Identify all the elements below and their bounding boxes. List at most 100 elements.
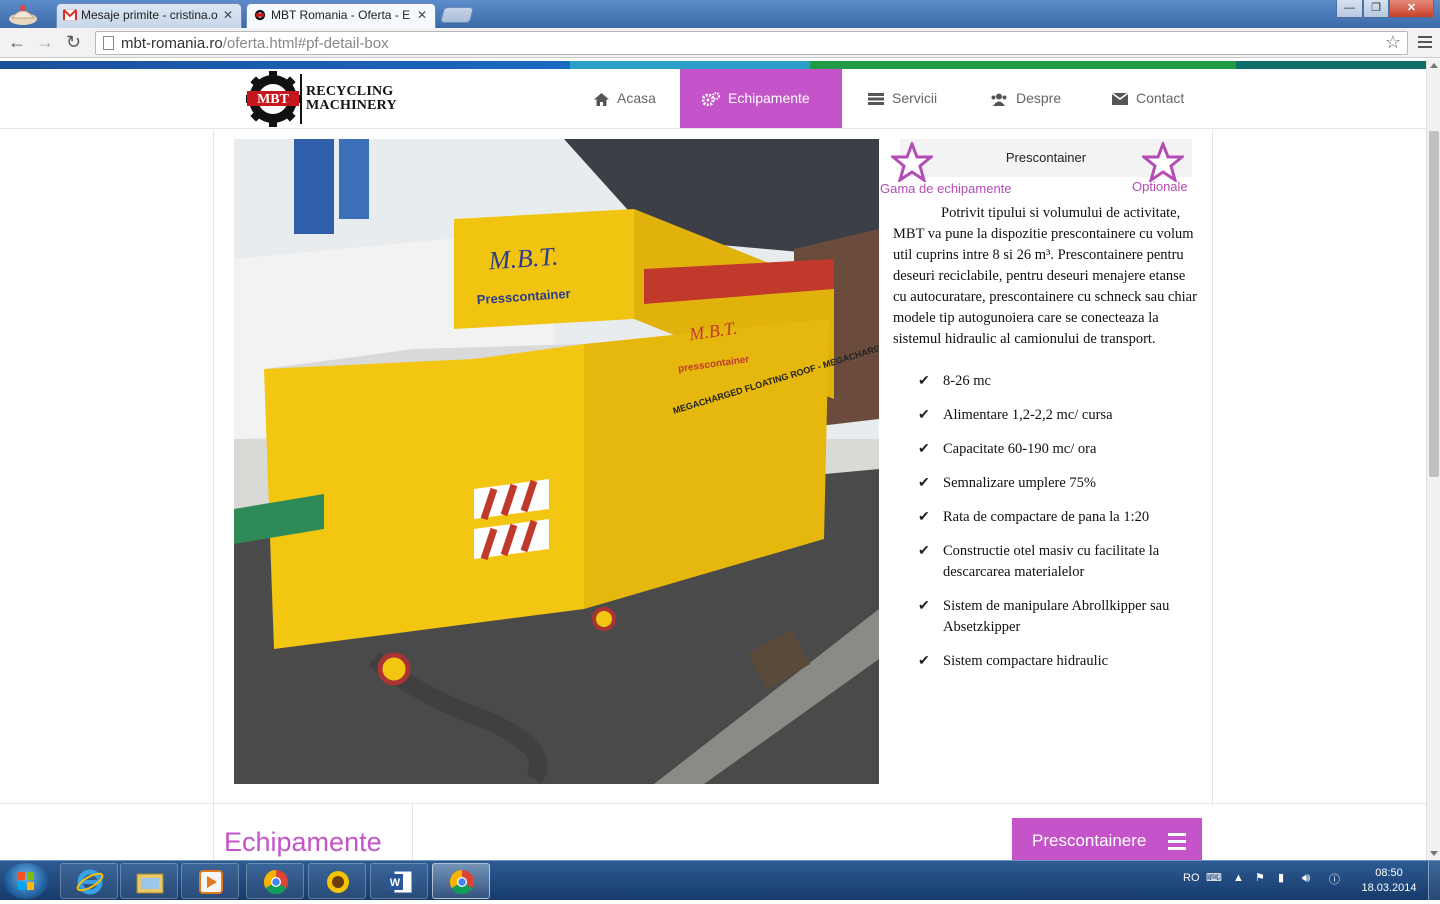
chrome-icon <box>449 870 474 895</box>
feature-text: 8-26 mc <box>943 373 991 389</box>
folder-icon <box>136 873 164 894</box>
bookmark-star-icon[interactable]: ☆ <box>1385 32 1401 53</box>
volume-icon[interactable]: 🔊︎ <box>1302 870 1310 886</box>
button-label: Prescontainere <box>1032 831 1147 850</box>
taskbar-explorer[interactable] <box>120 863 178 899</box>
checkmark-icon: ✔ <box>918 599 930 614</box>
logo-mark-text: MBT <box>257 92 290 107</box>
feature-item: ✔ Constructie otel masiv cu facilitate la… <box>918 541 1208 583</box>
address-host: mbt-romania.ro <box>121 35 223 52</box>
logo-line1: RECYCLING <box>306 84 394 99</box>
gear-logo-icon: MBT <box>246 71 300 127</box>
system-clock[interactable]: 08:50 18.03.2014 <box>1352 866 1426 896</box>
checkmark-icon: ✔ <box>918 408 930 423</box>
feature-item: ✔ Semnalizare umplere 75% <box>918 473 1208 494</box>
tab-gmail[interactable]: Mesaje primite - cristina.o ✕ <box>56 3 242 28</box>
back-button[interactable]: ← <box>8 32 26 52</box>
product-description: Potrivit tipului si volumului de activit… <box>893 205 1197 347</box>
page-scrollbar[interactable] <box>1426 59 1440 860</box>
photo-brand-text: M.B.T. <box>487 242 559 276</box>
feature-item: ✔ Sistem de manipulare Abrollkipper sau A… <box>918 596 1208 638</box>
feature-item: ✔ 8-26 mc <box>918 371 1208 392</box>
notification-icon[interactable]: ⓘ <box>1329 871 1340 887</box>
new-tab-button[interactable] <box>439 7 475 23</box>
media-player-icon <box>199 870 223 894</box>
gmail-icon <box>63 9 77 21</box>
language-indicator[interactable]: RO <box>1183 872 1200 884</box>
address-path: /oferta.html#pf-detail-box <box>222 35 389 52</box>
scroll-up-arrow-icon[interactable] <box>1430 63 1438 68</box>
sunflower-icon <box>327 871 349 893</box>
scroll-thumb[interactable] <box>1429 131 1439 477</box>
users-icon <box>991 93 1007 106</box>
checkmark-icon: ✔ <box>918 374 930 389</box>
section-title: Echipamente <box>224 827 382 857</box>
taskbar-sunflower-app[interactable] <box>308 863 366 899</box>
close-window-button[interactable]: ✕ <box>1389 0 1434 18</box>
chrome-icon <box>263 870 288 895</box>
windows-taskbar: W RO ⌨ ▲ ⚑ ▮ 🔊︎ ⓘ 08:50 18.03.2014 <box>0 860 1440 901</box>
feature-text: Semnalizare umplere 75% <box>943 475 1096 491</box>
taskbar-word[interactable]: W <box>370 863 428 899</box>
feature-text: Alimentare 1,2-2,2 mc/ cursa <box>943 407 1113 423</box>
nav-label: Servicii <box>892 90 938 106</box>
feature-text: Sistem compactare hidraulic <box>943 653 1109 669</box>
reload-button[interactable]: ↻ <box>66 32 81 52</box>
nav-acasa[interactable]: Acasa <box>572 69 678 128</box>
product-tabs: Prescontainer Gama de echipamente Option… <box>880 139 1194 199</box>
star-icon[interactable] <box>891 142 933 182</box>
scroll-down-arrow-icon[interactable] <box>1430 851 1438 856</box>
home-icon <box>594 92 609 106</box>
bottom-section <box>0 803 1426 860</box>
site-header: MBT RECYCLING MACHINERY Acasa Echipament… <box>0 69 1426 129</box>
checkmark-icon: ✔ <box>918 544 930 559</box>
star-icon[interactable] <box>1142 142 1184 182</box>
nav-contact[interactable]: Contact <box>1090 69 1206 128</box>
tray-expand-icon[interactable]: ▲ <box>1233 872 1244 884</box>
list-icon <box>868 93 884 106</box>
feature-item: ✔ Rata de compactare de pana la 1:20 <box>918 507 1208 528</box>
page-icon <box>103 36 114 50</box>
taskbar-chrome[interactable] <box>246 863 304 899</box>
taskbar-ie[interactable] <box>60 863 118 899</box>
hamburger-icon <box>1168 833 1186 854</box>
close-tab-icon[interactable]: ✕ <box>417 8 427 22</box>
internet-explorer-icon <box>76 869 104 895</box>
nav-despre[interactable]: Despre <box>968 69 1083 128</box>
nav-echipamente[interactable]: Echipamente <box>680 69 842 128</box>
site-logo[interactable]: MBT RECYCLING MACHINERY <box>246 70 406 128</box>
nav-servicii[interactable]: Servicii <box>846 69 959 128</box>
restore-button[interactable]: ❐ <box>1363 0 1389 18</box>
product-photo[interactable]: M.B.T. Presscontainer M.B.T. presscontai… <box>234 139 879 784</box>
address-bar[interactable]: mbt-romania.ro/oferta.html#pf-detail-box… <box>95 31 1408 55</box>
keyboard-icon[interactable]: ⌨ <box>1206 871 1222 884</box>
word-icon: W <box>387 870 413 894</box>
tab-mbt-romania[interactable]: MBT Romania - Oferta - E ✕ <box>246 3 436 28</box>
svg-text:W: W <box>390 877 401 889</box>
taskbar-media-player[interactable] <box>181 863 239 899</box>
page-viewport: MBT RECYCLING MACHINERY Acasa Echipament… <box>0 59 1426 860</box>
clock-time: 08:50 <box>1375 867 1403 879</box>
envelope-icon <box>1112 93 1128 106</box>
forward-button[interactable]: → <box>36 32 54 52</box>
optionale-link[interactable]: Optionale <box>1132 179 1188 194</box>
clock-date: 18.03.2014 <box>1361 882 1417 894</box>
browser-menu-icon[interactable] <box>1418 36 1432 51</box>
show-desktop-button[interactable] <box>1428 861 1440 901</box>
nav-label: Contact <box>1136 90 1185 106</box>
mbt-favicon-icon <box>254 9 266 21</box>
taskbar-chrome-active[interactable] <box>432 863 490 899</box>
browser-tab-strip: Mesaje primite - cristina.o ✕ MBT Romani… <box>0 0 1440 28</box>
minimize-button[interactable]: — <box>1336 0 1363 18</box>
checkmark-icon: ✔ <box>918 654 930 669</box>
close-tab-icon[interactable]: ✕ <box>223 8 233 22</box>
gama-de-echipamente-link[interactable]: Gama de echipamente <box>880 181 1012 196</box>
prescontainere-menu-button[interactable]: Prescontainere <box>1012 818 1202 860</box>
feature-list: ✔ 8-26 mc ✔ Alimentare 1,2-2,2 mc/ cursa ✔… <box>918 371 1208 685</box>
logo-line2: MACHINERY <box>306 98 397 113</box>
start-button[interactable] <box>4 863 48 899</box>
checkmark-icon: ✔ <box>918 510 930 525</box>
action-center-flag-icon[interactable]: ⚑ <box>1255 871 1265 884</box>
network-icon[interactable]: ▮ <box>1278 871 1284 884</box>
profile-avatar-icon[interactable] <box>6 2 40 26</box>
